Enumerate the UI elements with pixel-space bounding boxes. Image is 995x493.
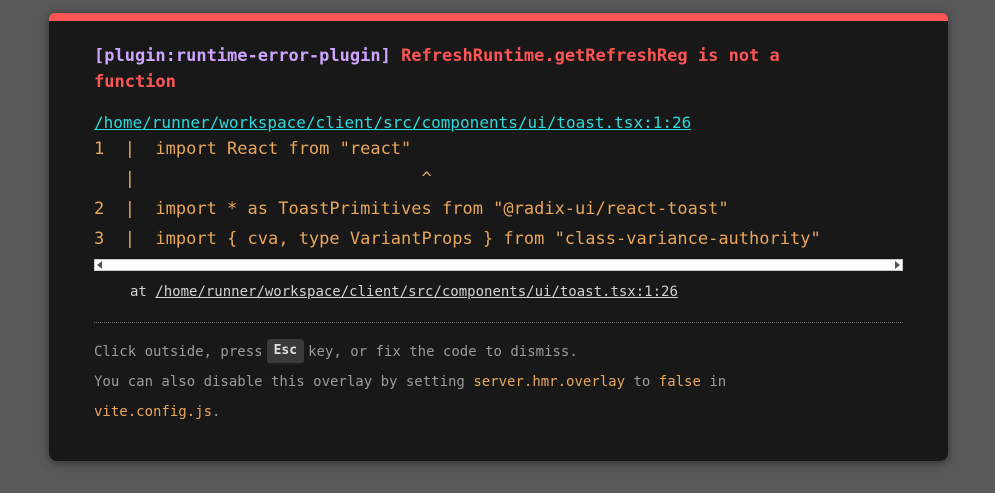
error-message: [plugin:runtime-error-plugin] RefreshRun…: [94, 43, 854, 95]
dismiss-tip: Click outside, press Esc key, or fix the c…: [94, 337, 814, 427]
error-overlay: [plugin:runtime-error-plugin] RefreshRun…: [49, 13, 948, 461]
tip-text: You can also disable this overlay by set…: [94, 374, 465, 390]
stack-trace: at /home/runner/workspace/client/src/com…: [94, 282, 903, 302]
tip-text: Click outside, press: [94, 344, 263, 360]
stack-file-link[interactable]: /home/runner/workspace/client/src/compon…: [155, 284, 678, 300]
tip-text: to: [633, 374, 651, 390]
code-frame: 1 | import React from "react" | ^ 2 | im…: [94, 134, 903, 274]
code-line: 1 | import React from "react": [94, 139, 412, 159]
esc-key-badge: Esc: [266, 339, 305, 365]
setting-name: server.hmr.overlay: [473, 374, 626, 390]
error-file-link[interactable]: /home/runner/workspace/client/src/compon…: [94, 113, 691, 133]
scroll-left-icon[interactable]: [97, 261, 102, 269]
stack-prefix: at: [130, 284, 156, 300]
scroll-right-icon[interactable]: [895, 261, 900, 269]
divider: [94, 322, 903, 323]
code-line: 3 | import { cva, type VariantProps } fr…: [94, 229, 821, 249]
horizontal-scrollbar[interactable]: [94, 259, 903, 271]
tip-end: .: [212, 404, 221, 420]
setting-value: false: [658, 374, 701, 390]
plugin-name: [plugin:runtime-error-plugin]: [94, 46, 391, 66]
config-file-name: vite.config.js: [94, 404, 213, 420]
tip-text: in: [709, 374, 727, 390]
tip-text: key, or fix the code to dismiss.: [308, 344, 578, 360]
code-line-caret: | ^: [94, 169, 432, 189]
code-line: 2 | import * as ToastPrimitives from "@r…: [94, 199, 729, 219]
